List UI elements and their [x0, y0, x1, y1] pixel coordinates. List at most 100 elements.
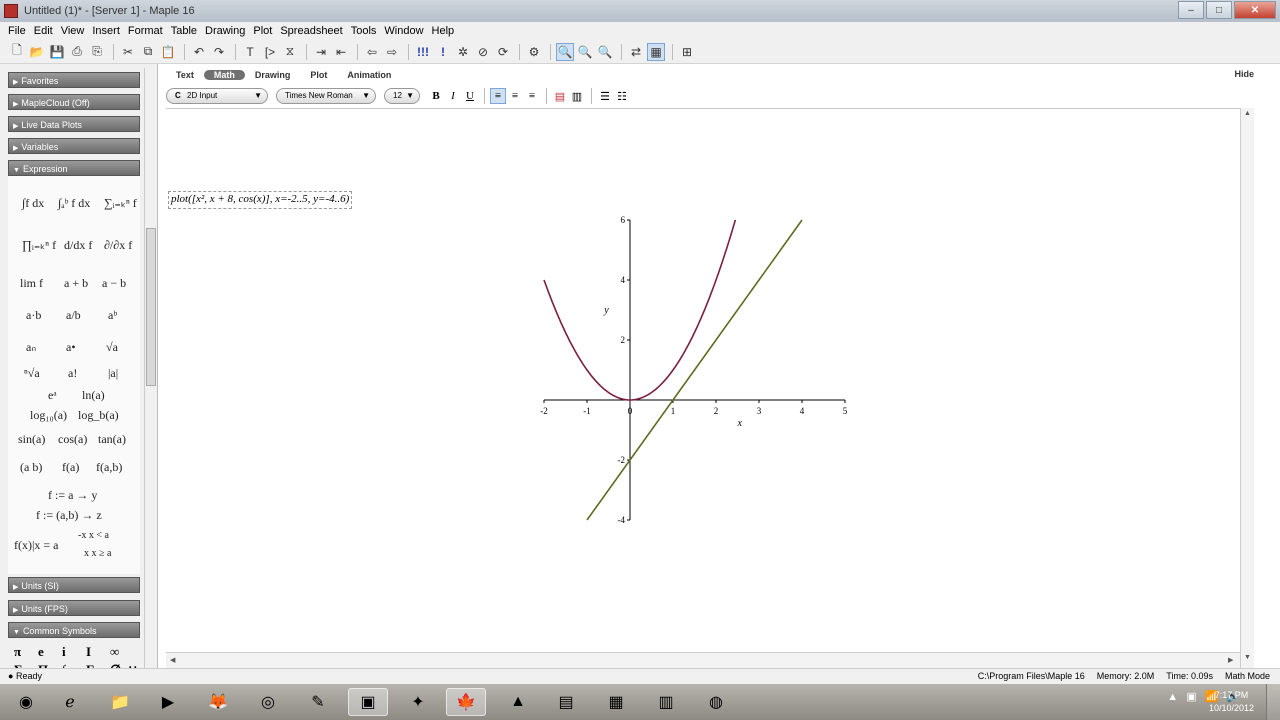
debug-icon[interactable]: ✲	[454, 43, 472, 61]
expr-summation[interactable]: ∑ᵢ₌ₖⁿ f	[104, 196, 137, 211]
expr-sin[interactable]: sin(a)	[18, 432, 45, 447]
print-icon[interactable]: ⎙	[68, 43, 86, 61]
app-icon[interactable]: ✎	[298, 688, 338, 716]
hide-button[interactable]: Hide	[1234, 69, 1254, 79]
expr-limit[interactable]: lim f	[20, 276, 43, 291]
print-preview-icon[interactable]: ⎘	[88, 43, 106, 61]
expr-arrow-function[interactable]: f := a → y	[48, 488, 97, 503]
forward-arrow-icon[interactable]: ⇨	[383, 43, 401, 61]
text-color-icon[interactable]: ▤	[552, 88, 568, 104]
expr-atomic[interactable]: a•	[66, 340, 76, 355]
file-explorer-icon[interactable]: 📁	[100, 688, 140, 716]
italic-button[interactable]: I	[445, 88, 461, 104]
maple-taskbar-icon[interactable]: 🍁	[446, 688, 486, 716]
chrome-icon[interactable]: ◎	[248, 688, 288, 716]
tab-animation[interactable]: Animation	[337, 70, 401, 80]
cut-icon[interactable]: ✂	[119, 43, 137, 61]
menu-window[interactable]: Window	[380, 25, 427, 37]
palette-expression[interactable]: ▼ Expression	[8, 160, 140, 176]
show-palettes-icon[interactable]: ▦	[647, 42, 665, 61]
expr-factorial[interactable]: a!	[68, 366, 77, 381]
tray-expand-icon[interactable]: ▲	[1167, 691, 1178, 703]
palette-favorites[interactable]: ▶ Favorites	[8, 72, 140, 88]
restart-icon[interactable]: ⟳	[494, 43, 512, 61]
bullet-list-icon[interactable]: ☰	[597, 88, 613, 104]
tray-app-icon[interactable]: ▣	[1186, 690, 1196, 703]
expr-tan[interactable]: tan(a)	[98, 432, 126, 447]
app-icon[interactable]: ◍	[696, 688, 736, 716]
scroll-up-icon[interactable]: ▲	[1244, 110, 1251, 117]
bold-button[interactable]: B	[428, 88, 444, 104]
palette-common-symbols[interactable]: ▼ Common Symbols	[8, 622, 140, 638]
open-folder-icon[interactable]: 📂	[28, 43, 46, 61]
app-icon[interactable]: ▥	[646, 688, 686, 716]
expr-sum[interactable]: a + b	[64, 276, 88, 291]
scroll-down-icon[interactable]: ▼	[1244, 654, 1251, 661]
app-icon[interactable]: ▦	[596, 688, 636, 716]
expr-logb[interactable]: log_b(a)	[78, 408, 119, 423]
underline-button[interactable]: U	[462, 88, 478, 104]
expr-eval-at[interactable]: f(x)|x = a	[14, 538, 58, 553]
palette-live-data-plots[interactable]: ▶ Live Data Plots	[8, 116, 140, 132]
plot-output[interactable]: -2 -1 0 1 2 3 4 5 -4 -2 2 4 6 x y	[530, 210, 860, 530]
expr-log10[interactable]: log₁₀(a)	[30, 408, 67, 423]
save-icon[interactable]: 💾	[48, 43, 66, 61]
symbol-pi[interactable]: π	[14, 644, 21, 660]
expr-subscript[interactable]: aₙ	[26, 340, 36, 355]
expr-function[interactable]: f(a)	[62, 460, 79, 475]
menu-format[interactable]: Format	[124, 25, 167, 37]
tab-drawing[interactable]: Drawing	[245, 70, 301, 80]
expr-arrow-function-2[interactable]: f := (a,b) → z	[36, 508, 102, 523]
expr-definite-integral[interactable]: ∫ₐᵇ f dx	[58, 196, 90, 211]
expr-nth-root[interactable]: ⁿ√a	[24, 366, 40, 381]
firefox-icon[interactable]: 🦊	[198, 688, 238, 716]
math-input[interactable]: plot([x², x + 8, cos(x)], x=-2..5, y=-4.…	[168, 191, 353, 209]
palette-scroll-thumb[interactable]	[146, 228, 156, 386]
expr-abs[interactable]: |a|	[108, 366, 118, 381]
taskbar-clock[interactable]: 7:17 PM 10/10/2012	[1209, 689, 1254, 715]
execute-icon[interactable]: !	[434, 43, 452, 61]
new-document-icon[interactable]: 🗋	[8, 43, 26, 61]
menu-help[interactable]: Help	[428, 25, 459, 37]
expr-piecewise-row-2[interactable]: x x ≥ a	[84, 548, 111, 559]
toggle-input-icon[interactable]: ⇄	[627, 43, 645, 61]
indent-icon[interactable]: ⇥	[312, 43, 330, 61]
copy-icon[interactable]: ⧉	[139, 43, 157, 61]
symbol-I[interactable]: I	[86, 644, 91, 660]
execute-all-icon[interactable]: !!!	[414, 43, 432, 61]
menu-table[interactable]: Table	[167, 25, 201, 37]
symbol-e[interactable]: e	[38, 644, 44, 660]
vlc-icon[interactable]: ▲	[498, 688, 538, 716]
expr-indefinite-integral[interactable]: ∫f dx	[22, 196, 44, 211]
worksheet-vertical-scrollbar[interactable]: ▲ ▼	[1240, 108, 1254, 668]
internet-explorer-icon[interactable]: ℯ	[50, 688, 90, 716]
expr-sqrt[interactable]: √a	[106, 340, 118, 355]
menu-tools[interactable]: Tools	[347, 25, 381, 37]
zoom-200-icon[interactable]: 🔍	[596, 43, 614, 61]
expr-partial-derivative[interactable]: ∂/∂x f	[104, 238, 132, 253]
tab-text[interactable]: Text	[166, 70, 204, 80]
align-right-icon[interactable]: ≡	[524, 88, 540, 104]
expr-power[interactable]: aᵇ	[108, 308, 117, 323]
maple-app-icon[interactable]	[4, 4, 18, 18]
expr-derivative[interactable]: d/dx f	[64, 238, 92, 253]
insert-prompt-icon[interactable]: [>	[261, 43, 279, 61]
interrupt-icon[interactable]: ⊘	[474, 43, 492, 61]
menu-plot[interactable]: Plot	[249, 25, 276, 37]
expr-binomial[interactable]: (a b)	[20, 460, 42, 475]
insert-summation-icon[interactable]: ⧖	[281, 43, 299, 61]
expr-ln[interactable]: ln(a)	[82, 388, 105, 403]
show-desktop-button[interactable]	[1266, 684, 1280, 720]
expr-cos[interactable]: cos(a)	[58, 432, 87, 447]
expr-piecewise-row-1[interactable]: -x x < a	[78, 530, 109, 541]
maximize-button[interactable]: □	[1206, 1, 1232, 19]
symbol-infinity[interactable]: ∞	[110, 644, 119, 660]
menu-edit[interactable]: Edit	[30, 25, 57, 37]
app-icon[interactable]: ▤	[546, 688, 586, 716]
expr-product-dot[interactable]: a·b	[26, 308, 41, 323]
expr-function-2[interactable]: f(a,b)	[96, 460, 122, 475]
menu-spreadsheet[interactable]: Spreadsheet	[276, 25, 346, 37]
app-icon[interactable]: ✦	[398, 688, 438, 716]
expr-product[interactable]: ∏ᵢ₌ₖⁿ f	[22, 238, 56, 253]
palette-units-fps[interactable]: ▶ Units (FPS)	[8, 600, 140, 616]
